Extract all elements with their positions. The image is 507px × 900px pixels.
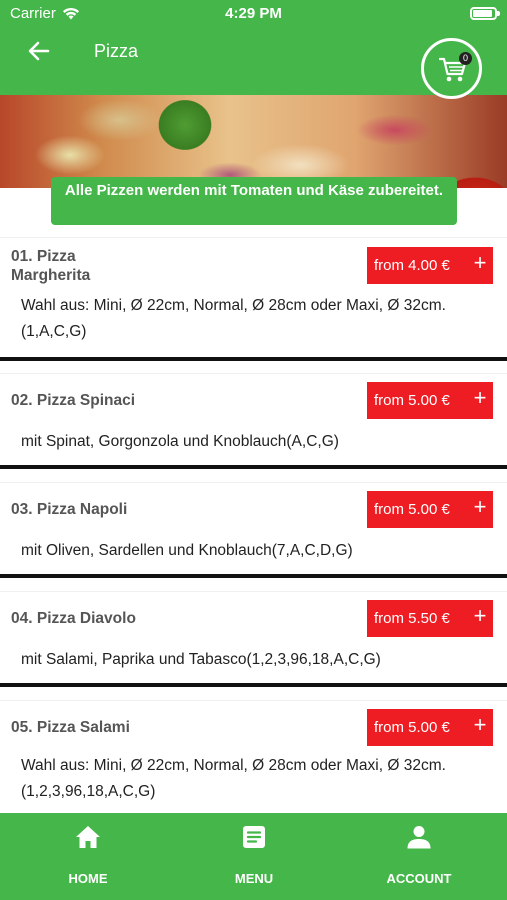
page-title: Pizza xyxy=(94,41,139,61)
nav-home-label: HOME xyxy=(68,871,108,886)
product-name: 05. Pizza Salami xyxy=(11,719,130,736)
product-description: mit Salami, Paprika und Tabasco(1,2,3,96… xyxy=(21,651,381,668)
product-price: from 5.00 € xyxy=(374,501,450,518)
product-description: mit Oliven, Sardellen und Knoblauch(7,A,… xyxy=(21,542,353,559)
product-item[interactable]: 05. Pizza Salami from 5.00 € + Wahl aus:… xyxy=(0,700,507,824)
nav-menu[interactable]: MENU xyxy=(189,825,319,886)
add-to-cart-button[interactable]: from 5.00 € + xyxy=(367,491,493,528)
plus-icon: + xyxy=(473,250,487,275)
cart-count-badge: 0 xyxy=(459,52,472,65)
nav-account[interactable]: ACCOUNT xyxy=(354,825,484,886)
product-item[interactable]: 03. Pizza Napoli from 5.00 € + mit Olive… xyxy=(0,482,507,578)
category-note: Alle Pizzen werden mit Tomaten und Käse … xyxy=(51,177,457,225)
back-arrow-icon[interactable] xyxy=(26,38,52,64)
menu-list-icon xyxy=(243,826,265,848)
nav-home[interactable]: HOME xyxy=(23,825,153,886)
plus-icon: + xyxy=(473,712,487,737)
product-name: 02. Pizza Spinaci xyxy=(11,392,136,409)
add-to-cart-button[interactable]: from 5.00 € + xyxy=(367,382,493,419)
plus-icon: + xyxy=(473,603,487,628)
category-banner-image xyxy=(0,95,507,188)
product-price: from 5.00 € xyxy=(374,392,450,409)
product-item[interactable]: 02. Pizza Spinaci from 5.00 € + mit Spin… xyxy=(0,373,507,469)
cart-button[interactable]: 0 xyxy=(421,38,482,99)
home-icon xyxy=(76,826,100,848)
product-description: Wahl aus: Mini, Ø 22cm, Normal, Ø 28cm o… xyxy=(21,757,446,800)
product-name: 04. Pizza Diavolo xyxy=(11,610,136,627)
product-price: from 5.00 € xyxy=(374,719,450,736)
bottom-navigation: HOME MENU ACCOUNT xyxy=(0,813,507,900)
add-to-cart-button[interactable]: from 5.00 € + xyxy=(367,709,493,746)
product-item[interactable]: 01. Pizza Margherita from 4.00 € + Wahl … xyxy=(0,237,507,361)
product-item[interactable]: 04. Pizza Diavolo from 5.50 € + mit Sala… xyxy=(0,591,507,687)
product-name: 03. Pizza Napoli xyxy=(11,501,128,518)
status-time: 4:29 PM xyxy=(225,5,282,22)
nav-account-label: ACCOUNT xyxy=(386,871,452,886)
person-icon xyxy=(407,826,431,849)
product-price: from 5.50 € xyxy=(374,610,450,627)
plus-icon: + xyxy=(473,385,487,410)
product-price: from 4.00 € xyxy=(374,257,450,274)
add-to-cart-button[interactable]: from 5.50 € + xyxy=(367,600,493,637)
battery-icon xyxy=(470,7,500,20)
product-name: 01. Pizza Margherita xyxy=(11,248,91,284)
nav-menu-label: MENU xyxy=(234,871,274,886)
plus-icon: + xyxy=(473,494,487,519)
status-bar: Carrier 4:29 PM xyxy=(0,0,507,28)
product-description: mit Spinat, Gorgonzola und Knoblauch(A,C… xyxy=(21,433,339,450)
add-to-cart-button[interactable]: from 4.00 € + xyxy=(367,247,493,284)
product-description: Wahl aus: Mini, Ø 22cm, Normal, Ø 28cm o… xyxy=(21,297,446,340)
